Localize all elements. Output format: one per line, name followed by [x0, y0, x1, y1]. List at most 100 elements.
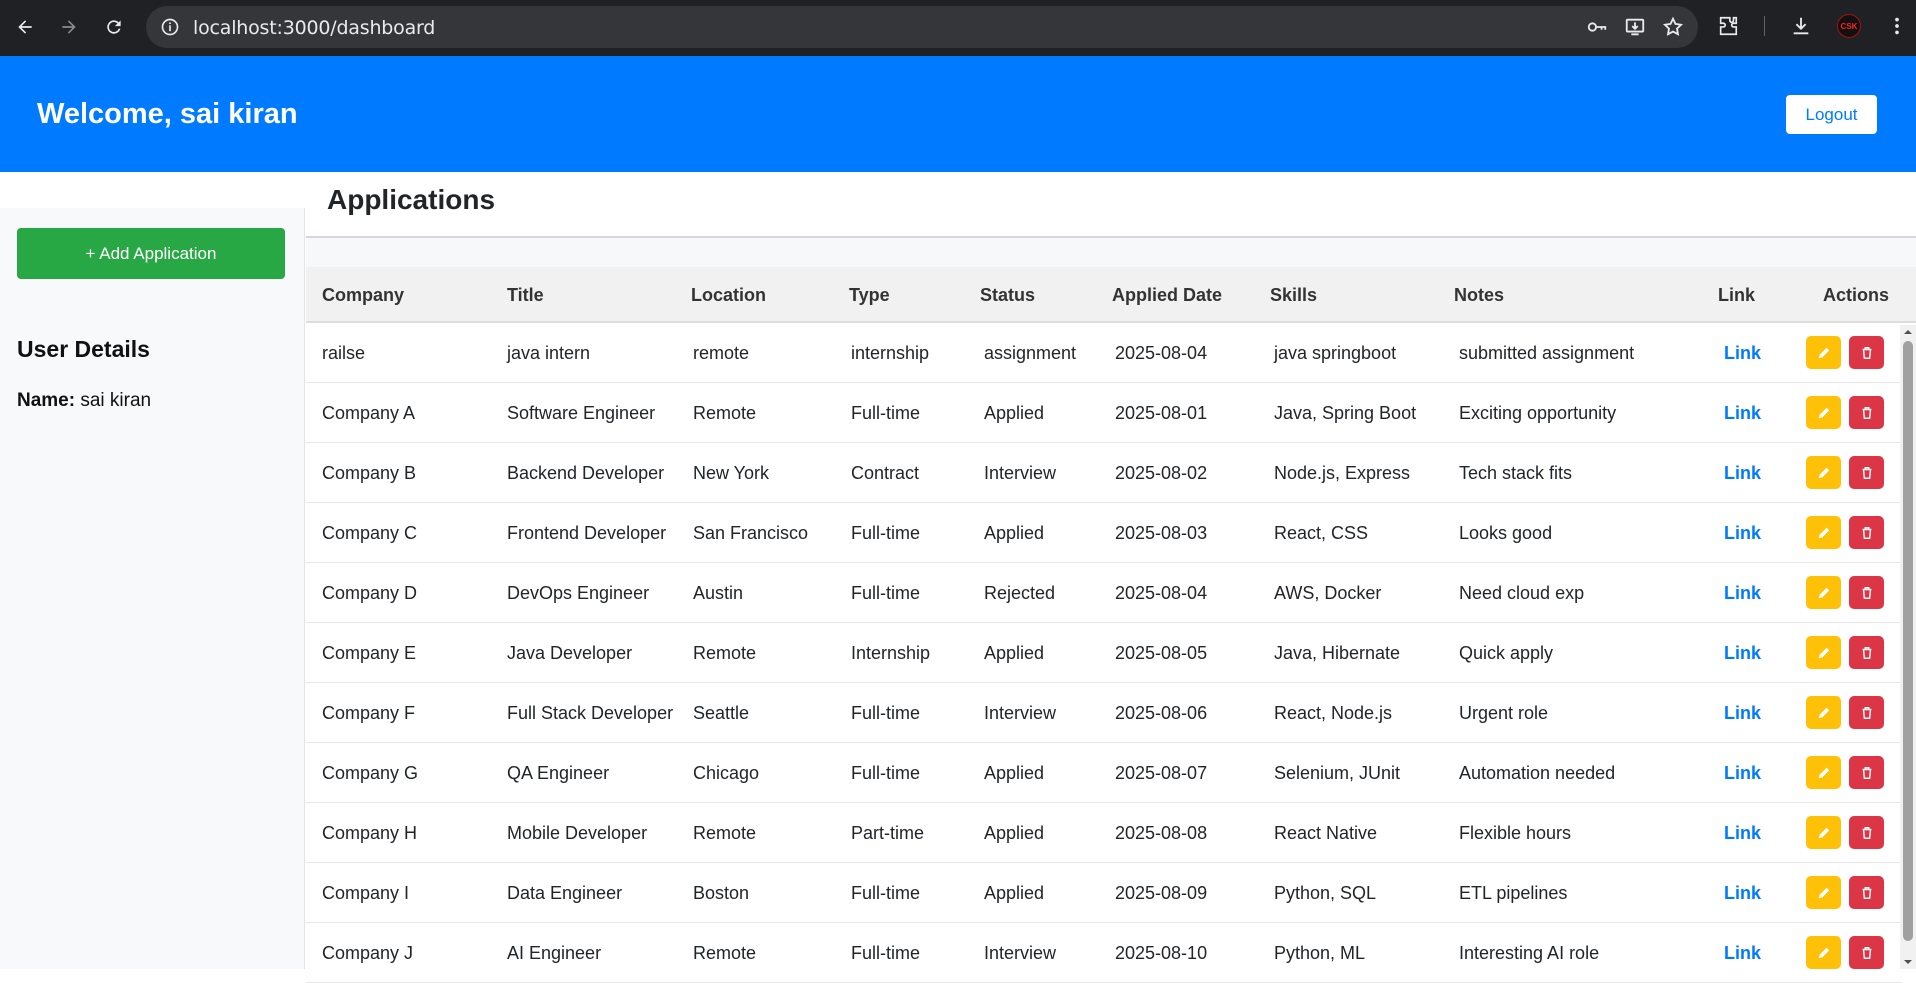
- cell-title: Data Engineer: [507, 883, 623, 903]
- link-cell[interactable]: Link: [1724, 943, 1761, 964]
- link-cell[interactable]: Link: [1724, 343, 1761, 364]
- pencil-icon: [1818, 647, 1829, 658]
- table-row: Company B Backend Developer New York Contra…: [306, 443, 1902, 503]
- edit-button[interactable]: [1806, 336, 1841, 369]
- edit-button[interactable]: [1806, 756, 1841, 789]
- trash-icon: [1862, 826, 1871, 839]
- link-cell[interactable]: Link: [1724, 643, 1761, 664]
- cell-type: Full-time: [851, 883, 921, 903]
- cell-skills: Python, SQL: [1274, 883, 1377, 903]
- cell-company: Company G: [322, 763, 419, 783]
- table-row: Company G QA Engineer Chicago Full-time Appl…: [306, 743, 1902, 803]
- cell-applied-date: 2025-08-06: [1115, 703, 1208, 723]
- edit-button[interactable]: [1806, 396, 1841, 429]
- cell-notes: Exciting opportunity: [1459, 403, 1617, 423]
- profile-avatar[interactable]: CSK: [1837, 14, 1861, 38]
- delete-button[interactable]: [1849, 816, 1884, 849]
- forward-icon[interactable]: [57, 15, 81, 39]
- trash-icon: [1862, 526, 1871, 539]
- edit-button[interactable]: [1806, 696, 1841, 729]
- delete-button[interactable]: [1849, 516, 1884, 549]
- link-cell[interactable]: Link: [1724, 823, 1761, 844]
- cell-company: Company I: [322, 883, 410, 903]
- link-cell[interactable]: Link: [1724, 763, 1761, 784]
- cell-status: Applied: [984, 403, 1045, 423]
- edit-button[interactable]: [1806, 636, 1841, 669]
- table-row: Company F Full Stack Developer Seattle Full…: [306, 683, 1902, 743]
- cell-location: Seattle: [693, 703, 750, 723]
- link-cell[interactable]: Link: [1724, 703, 1761, 724]
- edit-button[interactable]: [1806, 516, 1841, 549]
- col-location: Location: [691, 285, 766, 305]
- url-text[interactable]: localhost:3000/dashboard: [193, 17, 435, 39]
- pencil-icon: [1818, 407, 1829, 418]
- menu-dots-icon[interactable]: [1885, 14, 1909, 38]
- cell-notes: Quick apply: [1459, 643, 1554, 663]
- edit-button[interactable]: [1806, 456, 1841, 489]
- cell-applied-date: 2025-08-04: [1115, 583, 1208, 603]
- link-cell[interactable]: Link: [1724, 883, 1761, 904]
- link-cell[interactable]: Link: [1724, 523, 1761, 544]
- delete-button[interactable]: [1849, 576, 1884, 609]
- install-app-icon[interactable]: [1624, 16, 1646, 38]
- download-icon[interactable]: [1789, 14, 1813, 38]
- bookmark-star-icon[interactable]: [1662, 16, 1684, 38]
- reload-icon[interactable]: [102, 15, 126, 39]
- cell-status: Applied: [984, 763, 1045, 783]
- edit-button[interactable]: [1806, 816, 1841, 849]
- delete-button[interactable]: [1849, 456, 1884, 489]
- col-applied-date: Applied Date: [1112, 285, 1223, 305]
- cell-type: Contract: [851, 463, 920, 483]
- scroll-thumb[interactable]: [1903, 341, 1913, 941]
- pencil-icon: [1818, 827, 1829, 838]
- cell-company: Company J: [322, 943, 414, 963]
- cell-location: New York: [693, 463, 770, 483]
- scroll-down-icon[interactable]: [1903, 957, 1913, 967]
- table-row: Company J AI Engineer Remote Full-time Inter…: [306, 923, 1902, 983]
- cell-status: Applied: [984, 823, 1045, 843]
- cell-applied-date: 2025-08-09: [1115, 883, 1208, 903]
- col-status: Status: [980, 285, 1036, 305]
- table-row: Company C Frontend Developer San Francisco…: [306, 503, 1902, 563]
- delete-button[interactable]: [1849, 696, 1884, 729]
- delete-button[interactable]: [1849, 396, 1884, 429]
- delete-button[interactable]: [1849, 936, 1884, 969]
- link-cell[interactable]: Link: [1724, 463, 1761, 484]
- cell-applied-date: 2025-08-08: [1115, 823, 1208, 843]
- edit-button[interactable]: [1806, 876, 1841, 909]
- table-row: Company H Mobile Developer Remote Part-time…: [306, 803, 1902, 863]
- address-bar[interactable]: localhost:3000/dashboard: [146, 6, 1698, 48]
- delete-button[interactable]: [1849, 756, 1884, 789]
- link-cell[interactable]: Link: [1724, 583, 1761, 604]
- delete-button[interactable]: [1849, 876, 1884, 909]
- edit-button[interactable]: [1806, 576, 1841, 609]
- cell-type: Full-time: [851, 763, 921, 783]
- delete-button[interactable]: [1849, 636, 1884, 669]
- cell-applied-date: 2025-08-02: [1115, 463, 1208, 483]
- extensions-icon[interactable]: [1716, 14, 1740, 38]
- cell-notes: Tech stack fits: [1459, 463, 1573, 483]
- back-icon[interactable]: [13, 15, 37, 39]
- cell-title: Mobile Developer: [507, 823, 648, 843]
- toolbar-divider: [1764, 16, 1765, 36]
- cell-title: Backend Developer: [507, 463, 665, 483]
- table-row: Company E Java Developer Remote Internship A…: [306, 623, 1902, 683]
- trash-icon: [1862, 766, 1871, 779]
- cell-notes: submitted assignment: [1459, 343, 1635, 363]
- cell-title: Full Stack Developer: [507, 703, 674, 723]
- password-key-icon[interactable]: [1586, 16, 1608, 38]
- add-application-button[interactable]: + Add Application: [17, 228, 285, 279]
- edit-button[interactable]: [1806, 936, 1841, 969]
- link-cell[interactable]: Link: [1724, 403, 1761, 424]
- scroll-up-icon[interactable]: [1903, 327, 1913, 337]
- table-scrollbar[interactable]: [1900, 325, 1916, 969]
- table-row: Company I Data Engineer Boston Full-time App…: [306, 863, 1902, 923]
- table-header: Company Title Location Type Status Appli…: [306, 267, 1916, 323]
- cell-notes: Flexible hours: [1459, 823, 1572, 843]
- profile-badge-text: CSK: [1840, 21, 1858, 31]
- logout-button[interactable]: Logout: [1786, 95, 1877, 134]
- cell-applied-date: 2025-08-01: [1115, 403, 1208, 423]
- delete-button[interactable]: [1849, 336, 1884, 369]
- cell-skills: React Native: [1274, 823, 1378, 843]
- site-info-icon[interactable]: [160, 17, 180, 37]
